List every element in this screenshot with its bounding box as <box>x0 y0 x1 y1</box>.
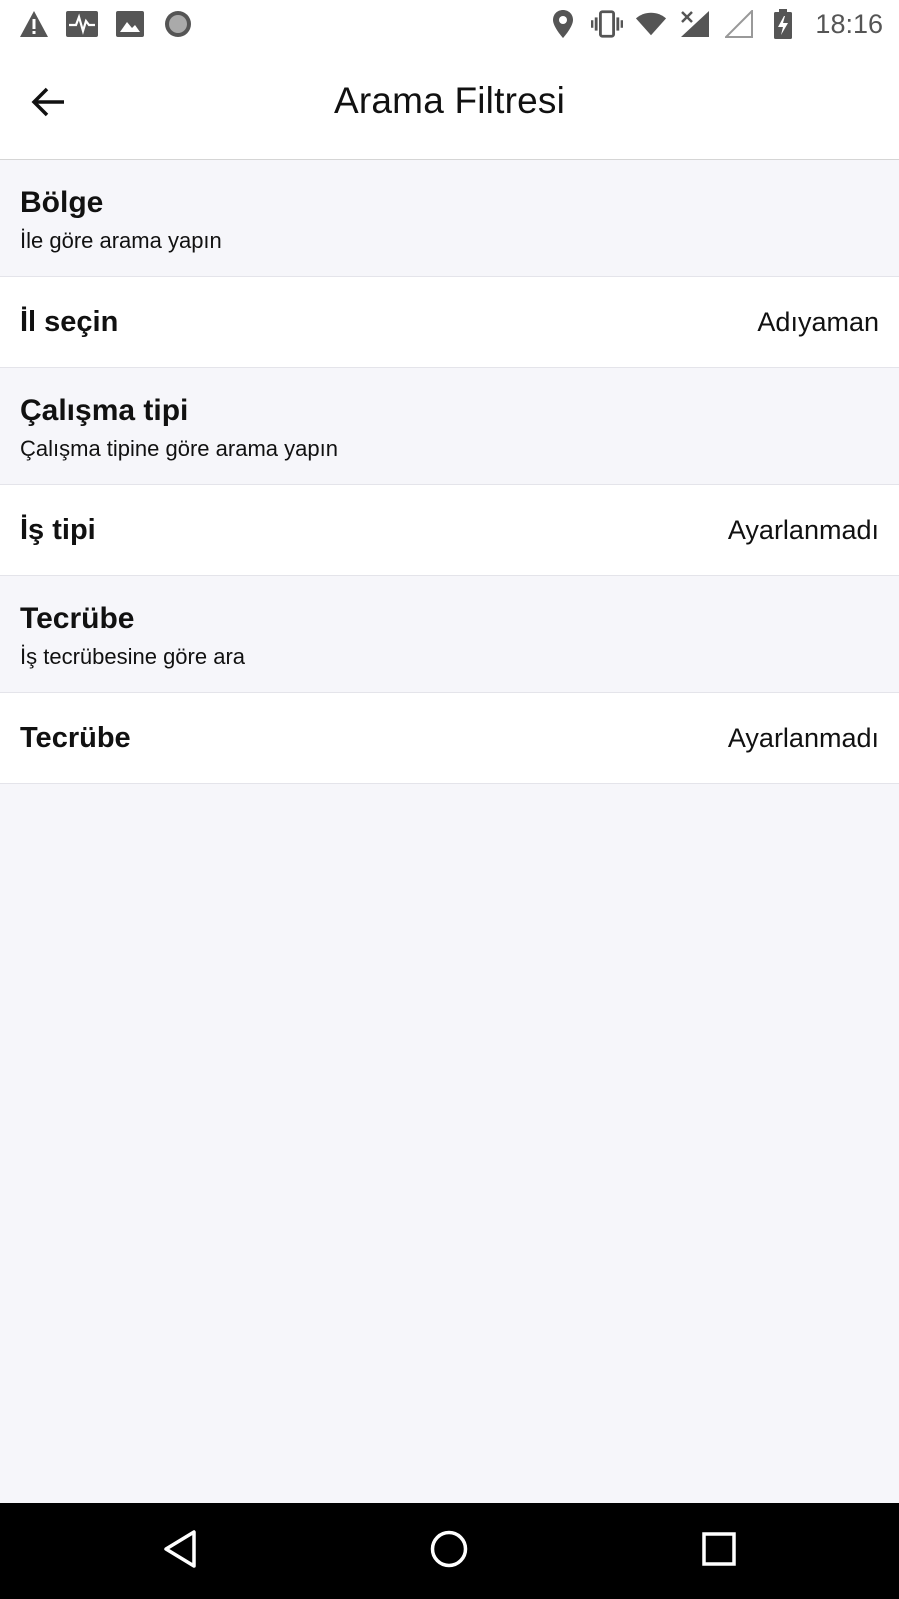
record-icon <box>162 8 194 40</box>
image-icon <box>114 8 146 40</box>
row-label: Tecrübe <box>20 721 131 754</box>
notification-icons <box>18 8 194 40</box>
nav-home-button[interactable] <box>425 1527 473 1575</box>
app-bar: Arama Filtresi <box>0 50 899 160</box>
filter-list: Bölge İle göre arama yapın İl seçin Adıy… <box>0 160 899 784</box>
system-icons: 18:16 <box>547 8 883 40</box>
row-value: Ayarlanmadı <box>727 514 879 545</box>
back-triangle-icon <box>162 1529 198 1574</box>
recents-square-icon <box>701 1531 737 1572</box>
row-label: İl seçin <box>20 305 119 338</box>
status-bar: 18:16 <box>0 0 899 50</box>
nav-recents-button[interactable] <box>695 1527 743 1575</box>
section-header-region: Bölge İle göre arama yapın <box>0 160 899 277</box>
page-title: Arama Filtresi <box>334 80 565 121</box>
location-icon <box>547 8 579 40</box>
section-subtitle: Çalışma tipine göre arama yapın <box>20 436 338 461</box>
wifi-icon <box>635 8 667 40</box>
warning-icon <box>18 8 50 40</box>
navigation-bar <box>0 1503 899 1599</box>
signal-off-icon <box>679 8 711 40</box>
section-title: Bölge <box>20 186 104 219</box>
row-value: Ayarlanmadı <box>727 722 879 753</box>
section-header-experience: Tecrübe İş tecrübesine göre ara <box>0 576 899 693</box>
section-title: Tecrübe <box>20 602 135 635</box>
activity-icon <box>66 8 98 40</box>
battery-charging-icon <box>767 8 799 40</box>
section-subtitle: İş tecrübesine göre ara <box>20 644 246 669</box>
province-select-row[interactable]: İl seçin Adıyaman <box>0 277 899 368</box>
section-header-work-type: Çalışma tipi Çalışma tipine göre arama y… <box>0 368 899 485</box>
nav-back-button[interactable] <box>156 1527 204 1575</box>
job-type-row[interactable]: İş tipi Ayarlanmadı <box>0 485 899 576</box>
section-subtitle: İle göre arama yapın <box>20 228 222 253</box>
vibrate-icon <box>591 8 624 40</box>
row-label: İş tipi <box>20 513 96 546</box>
experience-row[interactable]: Tecrübe Ayarlanmadı <box>0 693 899 784</box>
status-clock: 18:16 <box>815 8 883 39</box>
row-value: Adıyaman <box>757 306 879 337</box>
home-circle-icon <box>429 1529 469 1574</box>
section-title: Çalışma tipi <box>20 394 189 427</box>
signal-empty-icon <box>723 8 755 40</box>
